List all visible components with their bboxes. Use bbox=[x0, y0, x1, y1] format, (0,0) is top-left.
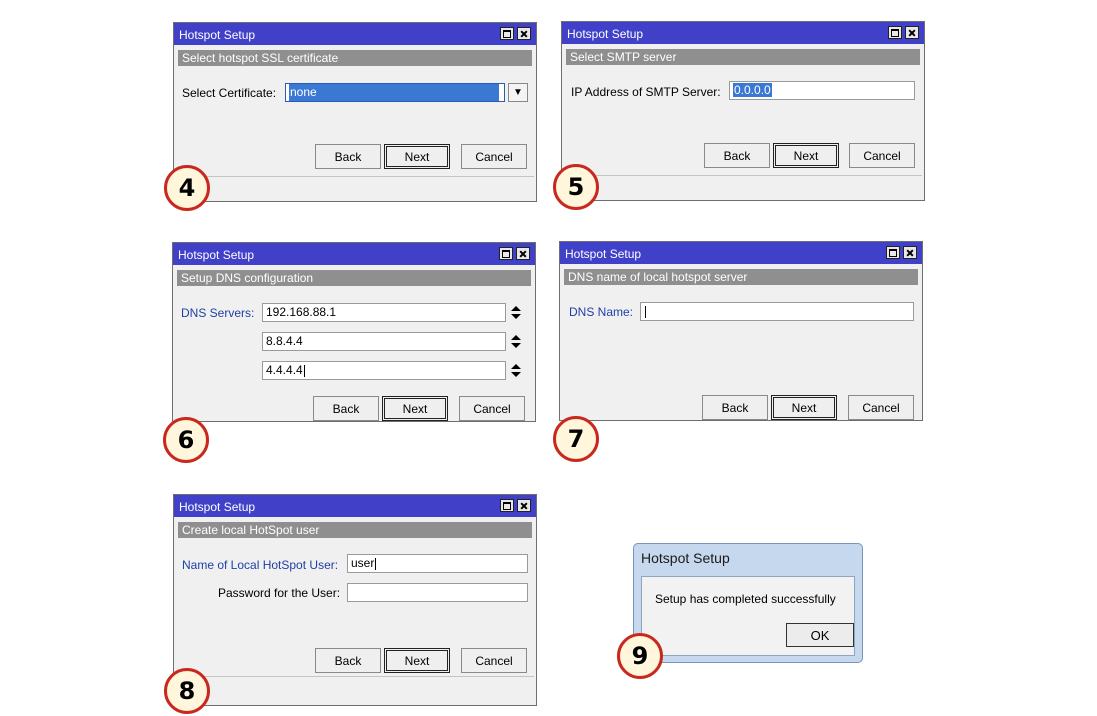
step-badge: 8 bbox=[164, 668, 210, 714]
user-name-value: user bbox=[351, 556, 375, 570]
dns-server-2-input[interactable]: 8.8.4.4 bbox=[262, 332, 506, 351]
user-name-label: Name of Local HotSpot User: bbox=[182, 558, 339, 572]
maximize-icon[interactable] bbox=[500, 27, 514, 40]
back-button[interactable]: Back bbox=[315, 648, 381, 673]
back-button[interactable]: Back bbox=[704, 143, 770, 168]
window-title: Hotspot Setup bbox=[567, 27, 644, 41]
maximize-icon[interactable] bbox=[888, 26, 902, 39]
step-badge: 5 bbox=[553, 164, 599, 210]
smtp-ip-value: 0.0.0.0 bbox=[733, 83, 772, 97]
ok-button[interactable]: OK bbox=[786, 623, 854, 647]
close-icon[interactable] bbox=[516, 247, 530, 260]
window-title: Hotspot Setup bbox=[179, 500, 256, 514]
maximize-icon[interactable] bbox=[886, 246, 900, 259]
status-bar bbox=[176, 676, 534, 699]
step-badge: 9 bbox=[617, 633, 663, 679]
next-button[interactable]: Next bbox=[382, 396, 448, 421]
completion-body: Setup has completed successfully OK bbox=[641, 576, 855, 656]
section-header: Setup DNS configuration bbox=[177, 270, 531, 286]
dialog-ssl-certificate: Hotspot Setup Select hotspot SSL certifi… bbox=[173, 22, 537, 202]
back-button[interactable]: Back bbox=[702, 395, 768, 420]
step-badge: 7 bbox=[553, 416, 599, 462]
cancel-button[interactable]: Cancel bbox=[849, 143, 915, 168]
dns-server-2-value: 8.8.4.4 bbox=[266, 334, 303, 348]
title-bar[interactable]: Hotspot Setup bbox=[174, 23, 536, 45]
status-bar bbox=[564, 175, 922, 198]
password-input[interactable] bbox=[347, 583, 528, 602]
dns-server-3-input[interactable]: 4.4.4.4 bbox=[262, 361, 506, 380]
cancel-button[interactable]: Cancel bbox=[461, 648, 527, 673]
step-badge: 4 bbox=[164, 165, 210, 211]
title-bar[interactable]: Hotspot Setup bbox=[174, 495, 536, 517]
certificate-value: none bbox=[289, 84, 499, 101]
back-button[interactable]: Back bbox=[313, 396, 379, 421]
completion-message: Setup has completed successfully bbox=[655, 592, 836, 606]
text-cursor bbox=[375, 557, 377, 570]
up-down-arrows-icon[interactable] bbox=[510, 334, 522, 350]
window-title: Hotspot Setup bbox=[565, 247, 642, 261]
next-button[interactable]: Next bbox=[771, 395, 837, 420]
user-name-input[interactable]: user bbox=[347, 554, 528, 573]
dns-server-1-input[interactable]: 192.168.88.1 bbox=[262, 303, 506, 322]
certificate-label: Select Certificate: bbox=[182, 86, 277, 100]
back-button[interactable]: Back bbox=[315, 144, 381, 169]
section-header: Create local HotSpot user bbox=[178, 522, 532, 538]
section-header: DNS name of local hotspot server bbox=[564, 269, 918, 285]
maximize-icon[interactable] bbox=[499, 247, 513, 260]
close-icon[interactable] bbox=[517, 27, 531, 40]
cancel-button[interactable]: Cancel bbox=[459, 396, 525, 421]
close-icon[interactable] bbox=[903, 246, 917, 259]
dns-name-input[interactable] bbox=[640, 302, 914, 321]
text-cursor bbox=[645, 305, 646, 318]
status-bar bbox=[176, 176, 534, 199]
chevron-down-icon[interactable]: ▼ bbox=[508, 83, 528, 102]
dialog-dns-configuration: Hotspot Setup Setup DNS configuration DN… bbox=[172, 242, 536, 422]
title-bar[interactable]: Hotspot Setup bbox=[560, 242, 922, 264]
certificate-select[interactable]: none bbox=[285, 83, 505, 102]
next-button[interactable]: Next bbox=[384, 144, 450, 169]
dialog-dns-name: Hotspot Setup DNS name of local hotspot … bbox=[559, 241, 923, 421]
dialog-hotspot-user: Hotspot Setup Create local HotSpot user … bbox=[173, 494, 537, 706]
cancel-button[interactable]: Cancel bbox=[461, 144, 527, 169]
close-icon[interactable] bbox=[517, 499, 531, 512]
text-cursor bbox=[303, 364, 305, 377]
section-header: Select hotspot SSL certificate bbox=[178, 50, 532, 66]
up-down-arrows-icon[interactable] bbox=[510, 363, 522, 379]
dialog-smtp-server: Hotspot Setup Select SMTP server IP Addr… bbox=[561, 21, 925, 201]
title-bar[interactable]: Hotspot Setup bbox=[173, 243, 535, 265]
dns-server-1-value: 192.168.88.1 bbox=[266, 305, 337, 319]
smtp-ip-label: IP Address of SMTP Server: bbox=[571, 85, 721, 99]
completion-title: Hotspot Setup bbox=[641, 550, 730, 566]
next-button[interactable]: Next bbox=[384, 648, 450, 673]
smtp-ip-input[interactable]: 0.0.0.0 bbox=[729, 81, 915, 100]
password-label: Password for the User: bbox=[218, 586, 341, 600]
cancel-button[interactable]: Cancel bbox=[848, 395, 914, 420]
dns-server-3-value: 4.4.4.4 bbox=[266, 363, 303, 377]
maximize-icon[interactable] bbox=[500, 499, 514, 512]
step-badge: 6 bbox=[163, 417, 209, 463]
dns-name-label: DNS Name: bbox=[569, 305, 634, 319]
window-title: Hotspot Setup bbox=[178, 248, 255, 262]
window-title: Hotspot Setup bbox=[179, 28, 256, 42]
next-button[interactable]: Next bbox=[773, 143, 839, 168]
close-icon[interactable] bbox=[905, 26, 919, 39]
up-down-arrows-icon[interactable] bbox=[510, 305, 522, 321]
dns-servers-label: DNS Servers: bbox=[181, 306, 255, 320]
title-bar[interactable]: Hotspot Setup bbox=[562, 22, 924, 44]
section-header: Select SMTP server bbox=[566, 49, 920, 65]
completion-dialog: Hotspot Setup Setup has completed succes… bbox=[633, 543, 863, 663]
